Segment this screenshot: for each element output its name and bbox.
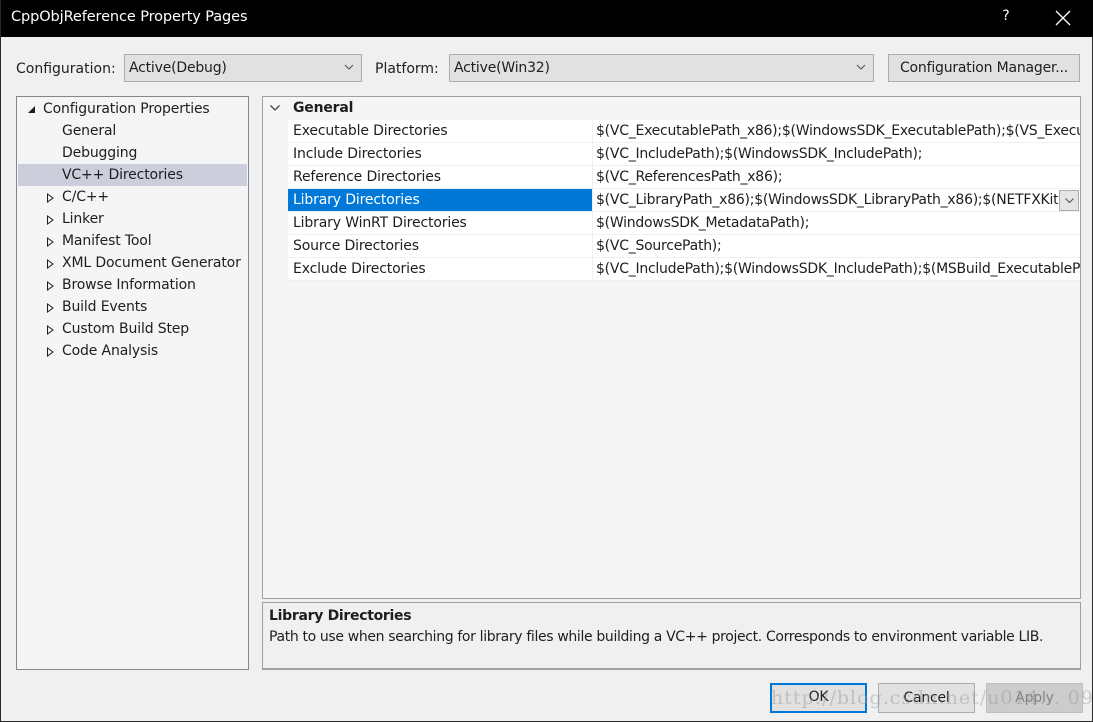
tree-item-label: General	[62, 123, 117, 139]
configuration-manager-button[interactable]: Configuration Manager...	[888, 54, 1080, 82]
property-name[interactable]: Executable Directories	[288, 120, 593, 142]
category-label: General	[293, 100, 354, 116]
title-bar: CppObjReference Property Pages ?	[1, 0, 1093, 37]
tree-item-label: C/C++	[62, 189, 109, 205]
tree-item-configuration-properties[interactable]: Configuration Properties	[18, 98, 247, 120]
collapsed-triangle-icon[interactable]	[46, 186, 58, 208]
platform-label: Platform:	[375, 61, 439, 77]
property-row[interactable]: Source Directories $(VC_SourcePath);	[288, 235, 1080, 258]
collapsed-triangle-icon[interactable]	[46, 274, 58, 296]
tree-item-label: Manifest Tool	[62, 233, 152, 249]
chevron-down-icon	[855, 60, 867, 74]
tree-item-label: Custom Build Step	[62, 321, 190, 337]
collapsed-triangle-icon[interactable]	[46, 340, 58, 362]
description-title: Library Directories	[269, 608, 412, 624]
tree-item-xml-document-generator[interactable]: XML Document Generator	[18, 252, 247, 274]
chevron-down-icon	[270, 105, 280, 111]
tree-item-build-events[interactable]: Build Events	[18, 296, 247, 318]
tree-item-browse-information[interactable]: Browse Information	[18, 274, 247, 296]
configuration-value: Active(Debug)	[129, 60, 227, 76]
property-row[interactable]: Reference Directories $(VC_ReferencesPath…	[288, 166, 1080, 189]
cancel-button[interactable]: Cancel	[878, 683, 975, 713]
collapsed-triangle-icon[interactable]	[46, 230, 58, 252]
tree-item-vc-directories[interactable]: VC++ Directories	[18, 164, 247, 186]
help-button[interactable]: ?	[994, 8, 1018, 30]
close-icon	[1055, 10, 1071, 26]
platform-value: Active(Win32)	[454, 60, 550, 76]
ok-button[interactable]: OK	[770, 683, 867, 713]
configuration-tree[interactable]: Configuration Properties General Debugging…	[16, 96, 249, 670]
property-value-dropdown-button[interactable]	[1059, 190, 1079, 211]
tree-item-label: Code Analysis	[62, 343, 159, 359]
configuration-dropdown[interactable]: Active(Debug)	[124, 54, 362, 82]
tree-item-code-analysis[interactable]: Code Analysis	[18, 340, 247, 362]
property-value[interactable]: $(VC_ExecutablePath_x86);$(WindowsSDK_Ex…	[594, 120, 1080, 142]
collapsed-triangle-icon[interactable]	[46, 208, 58, 230]
property-value[interactable]: $(VC_LibraryPath_x86);$(WindowsSDK_Libra…	[594, 189, 1058, 211]
property-value[interactable]: $(WindowsSDK_MetadataPath);	[594, 212, 1080, 234]
property-name[interactable]: Source Directories	[288, 235, 593, 257]
property-row[interactable]: Library WinRT Directories $(WindowsSDK_Me…	[288, 212, 1080, 235]
property-row[interactable]: Include Directories $(VC_IncludePath);$(W…	[288, 143, 1080, 166]
tree-item-custom-build-step[interactable]: Custom Build Step	[18, 318, 247, 340]
property-row[interactable]: Executable Directories $(VC_ExecutablePat…	[288, 120, 1080, 143]
tree-item-label: VC++ Directories	[62, 167, 183, 183]
close-button[interactable]	[1048, 5, 1078, 31]
apply-button[interactable]: Apply	[986, 683, 1083, 713]
property-name[interactable]: Library Directories	[288, 189, 593, 211]
property-value[interactable]: $(VC_SourcePath);	[594, 235, 1080, 257]
tree-item-linker[interactable]: Linker	[18, 208, 247, 230]
tree-item-debugging[interactable]: Debugging	[18, 142, 247, 164]
window-title: CppObjReference Property Pages	[11, 9, 248, 25]
chevron-down-icon	[343, 60, 355, 74]
property-name[interactable]: Library WinRT Directories	[288, 212, 593, 234]
property-name[interactable]: Exclude Directories	[288, 258, 593, 280]
chevron-down-icon	[1065, 198, 1074, 204]
collapsed-triangle-icon[interactable]	[46, 318, 58, 340]
platform-dropdown[interactable]: Active(Win32)	[449, 54, 874, 82]
tree-item-label: Debugging	[62, 145, 138, 161]
tree-item-label: Browse Information	[62, 277, 196, 293]
property-name[interactable]: Reference Directories	[288, 166, 593, 188]
tree-item-label: Linker	[62, 211, 104, 227]
property-pages-dialog: CppObjReference Property Pages ? Configu…	[0, 0, 1093, 722]
property-value[interactable]: $(VC_IncludePath);$(WindowsSDK_IncludePa…	[594, 143, 1080, 165]
property-grid[interactable]: General Executable Directories $(VC_Execu…	[262, 96, 1081, 599]
tree-item-label: Build Events	[62, 299, 148, 315]
property-row[interactable]: Library Directories $(VC_LibraryPath_x86)…	[288, 189, 1080, 212]
collapsed-triangle-icon[interactable]	[46, 252, 58, 274]
property-name[interactable]: Include Directories	[288, 143, 593, 165]
tree-item-label: XML Document Generator	[62, 255, 241, 271]
property-value[interactable]: $(VC_IncludePath);$(WindowsSDK_IncludePa…	[594, 258, 1080, 280]
configuration-label: Configuration:	[16, 61, 116, 77]
tree-item-general[interactable]: General	[18, 120, 247, 142]
expanded-triangle-icon[interactable]	[27, 98, 39, 120]
tree-item-c-c[interactable]: C/C++	[18, 186, 247, 208]
tree-item-manifest-tool[interactable]: Manifest Tool	[18, 230, 247, 252]
description-panel: Library Directories Path to use when sea…	[262, 602, 1081, 670]
description-text: Path to use when searching for library f…	[269, 629, 1044, 645]
property-value[interactable]: $(VC_ReferencesPath_x86);	[594, 166, 1080, 188]
tree-item-label: Configuration Properties	[43, 101, 210, 117]
collapsed-triangle-icon[interactable]	[46, 296, 58, 318]
property-row[interactable]: Exclude Directories $(VC_IncludePath);$(W…	[288, 258, 1080, 281]
category-general[interactable]: General	[263, 97, 1080, 120]
